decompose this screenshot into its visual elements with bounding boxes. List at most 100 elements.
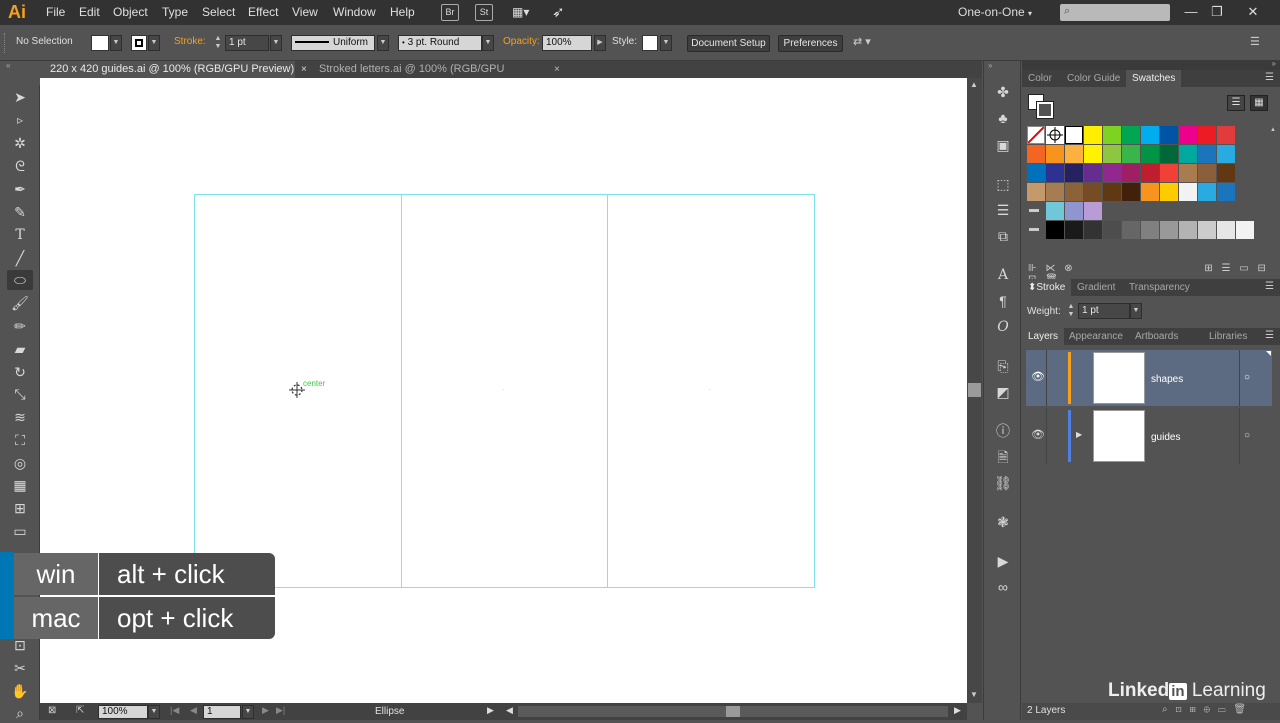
stroke-panel-menu-icon[interactable]: ☰ — [1265, 281, 1274, 292]
tab-libraries[interactable]: Libraries — [1203, 328, 1253, 345]
control-panel-menu-icon[interactable]: ☰ — [1250, 35, 1266, 51]
color-swatch[interactable] — [1103, 164, 1121, 182]
bridge-icon[interactable]: Br — [441, 4, 459, 21]
color-swatch[interactable] — [1046, 183, 1064, 201]
swatches-footer-icons[interactable]: ⊪ ⋉ ⊗ ⊞ ☰ ▭ ⊟ ⊡ 🗑 — [1028, 263, 1268, 285]
stroke-profile-field[interactable]: Uniform — [291, 35, 375, 51]
color-swatch[interactable] — [1141, 126, 1159, 144]
color-swatch[interactable] — [1198, 164, 1216, 182]
stroke-label[interactable]: Stroke: — [174, 36, 206, 47]
export-icon[interactable]: ⇱ — [76, 705, 84, 716]
color-swatch[interactable] — [1046, 221, 1064, 239]
puppet-warp-icon[interactable]: ✤ — [994, 83, 1012, 101]
tab-swatches[interactable]: Swatches — [1126, 70, 1182, 87]
opacity-field[interactable]: 100% — [542, 35, 592, 51]
target-circle-icon[interactable]: ○ — [1244, 372, 1250, 383]
gradient-tool-icon[interactable]: ▭ — [10, 521, 30, 541]
style-swatch[interactable] — [642, 35, 658, 51]
color-swatch[interactable] — [1198, 183, 1216, 201]
menu-file[interactable]: File — [46, 5, 65, 19]
preferences-button[interactable]: Preferences — [778, 35, 843, 52]
zoom-field[interactable]: 100% — [98, 705, 148, 719]
selection-tool-icon[interactable]: ➤ — [10, 87, 30, 107]
visibility-eye-icon[interactable]: 👁 — [1031, 428, 1045, 441]
color-swatch[interactable] — [1065, 202, 1083, 220]
menu-window[interactable]: Window — [333, 5, 376, 19]
color-swatch[interactable] — [1103, 221, 1121, 239]
strip-collapse-icon[interactable]: » — [988, 61, 992, 70]
arrange-icon[interactable]: ⇄ ▾ — [853, 35, 883, 51]
slice-tool-icon[interactable]: ✂ — [10, 658, 30, 678]
restore-button[interactable]: ❐ — [1208, 3, 1226, 21]
free-transform-tool-icon[interactable]: ⛶ — [10, 430, 30, 450]
layer-row-shapes[interactable]: 👁 shapes ○ — [1026, 350, 1272, 406]
expand-layer-icon[interactable]: ▶ — [1076, 430, 1082, 439]
thumbnail-view-icon[interactable]: ▦ — [1250, 95, 1268, 111]
stroke-weight-stepper[interactable]: ▲ ▼ — [212, 35, 224, 51]
style-dropdown[interactable]: ▼ — [660, 35, 672, 51]
close-window-button[interactable]: ✕ — [1244, 3, 1262, 21]
fill-dropdown[interactable]: ▼ — [110, 35, 122, 51]
links-chain-icon[interactable]: ∞ — [994, 578, 1012, 596]
paragraph-icon[interactable]: ¶ — [994, 292, 1012, 310]
tab-gradient[interactable]: Gradient — [1071, 279, 1121, 296]
layer-name[interactable]: shapes — [1151, 374, 1183, 385]
document-info-icon[interactable]: 🗎 — [994, 448, 1012, 466]
visibility-eye-icon[interactable]: 👁 — [1031, 370, 1045, 383]
zoom-tool-icon[interactable]: ⌕ — [10, 703, 30, 723]
registration-swatch[interactable] — [1046, 126, 1064, 144]
horizontal-scroll-thumb[interactable] — [726, 706, 740, 717]
color-swatch[interactable] — [1179, 145, 1197, 163]
menu-view[interactable]: View — [292, 5, 318, 19]
lasso-tool-icon[interactable]: ᘓ — [10, 156, 30, 176]
width-tool-icon[interactable]: ≋ — [10, 407, 30, 427]
color-swatch[interactable] — [1065, 164, 1083, 182]
weight-dropdown[interactable]: ▼ — [1130, 303, 1142, 319]
menu-help[interactable]: Help — [390, 5, 415, 19]
color-swatch[interactable] — [1103, 183, 1121, 201]
horizontal-scroll-track[interactable] — [518, 706, 948, 717]
line-segment-tool-icon[interactable]: ╱ — [10, 248, 30, 268]
info-icon[interactable]: ⓘ — [994, 422, 1012, 440]
next-artboard-icon[interactable]: ▶ — [262, 705, 269, 716]
color-swatch[interactable] — [1103, 145, 1121, 163]
opacity-label[interactable]: Opacity: — [503, 36, 540, 47]
arrange-documents-icon[interactable]: ▦▾ — [512, 5, 536, 20]
color-swatch[interactable] — [1122, 221, 1140, 239]
menu-select[interactable]: Select — [202, 5, 235, 19]
rotate-tool-icon[interactable]: ↻ — [10, 362, 30, 382]
color-swatch[interactable] — [1027, 145, 1045, 163]
color-swatch[interactable] — [1179, 221, 1197, 239]
weight-field[interactable]: 1 pt — [1078, 303, 1130, 319]
dock-collapse-icon[interactable]: » — [1272, 59, 1276, 68]
color-swatch[interactable] — [1122, 126, 1140, 144]
scale-tool-icon[interactable]: ⤡ — [10, 384, 30, 404]
color-swatch[interactable] — [1122, 164, 1140, 182]
brush-dropdown[interactable]: ▼ — [482, 35, 494, 51]
stroke-dropdown[interactable]: ▼ — [148, 35, 160, 51]
color-swatch[interactable] — [1141, 183, 1159, 201]
color-swatch[interactable] — [1217, 183, 1235, 201]
pencil-tool-icon[interactable]: ✏ — [10, 316, 30, 336]
perspective-grid-tool-icon[interactable]: ▦ — [10, 475, 30, 495]
close-tab-icon[interactable]: × — [554, 61, 560, 78]
stroke-weight-dropdown[interactable]: ▼ — [270, 35, 282, 51]
character-icon[interactable]: A — [994, 266, 1012, 284]
last-artboard-icon[interactable]: ▶| — [276, 705, 285, 716]
graphic-styles-icon[interactable]: ▣ — [994, 136, 1012, 154]
magic-wand-tool-icon[interactable]: ✲ — [10, 133, 30, 153]
color-swatch[interactable] — [1046, 145, 1064, 163]
color-swatch[interactable] — [1198, 221, 1216, 239]
brush-field[interactable]: • 3 pt. Round — [398, 35, 482, 51]
white-swatch[interactable] — [1065, 126, 1083, 144]
color-swatch[interactable] — [1217, 126, 1235, 144]
tab-artboards[interactable]: Artboards — [1129, 328, 1184, 345]
color-swatch[interactable] — [1217, 145, 1235, 163]
color-swatch[interactable] — [1198, 145, 1216, 163]
color-swatch[interactable] — [1046, 202, 1064, 220]
color-swatch[interactable] — [1065, 221, 1083, 239]
color-swatch[interactable] — [1179, 126, 1197, 144]
color-swatch[interactable] — [1198, 126, 1216, 144]
minimize-button[interactable]: — — [1182, 3, 1200, 21]
color-swatch[interactable] — [1160, 183, 1178, 201]
